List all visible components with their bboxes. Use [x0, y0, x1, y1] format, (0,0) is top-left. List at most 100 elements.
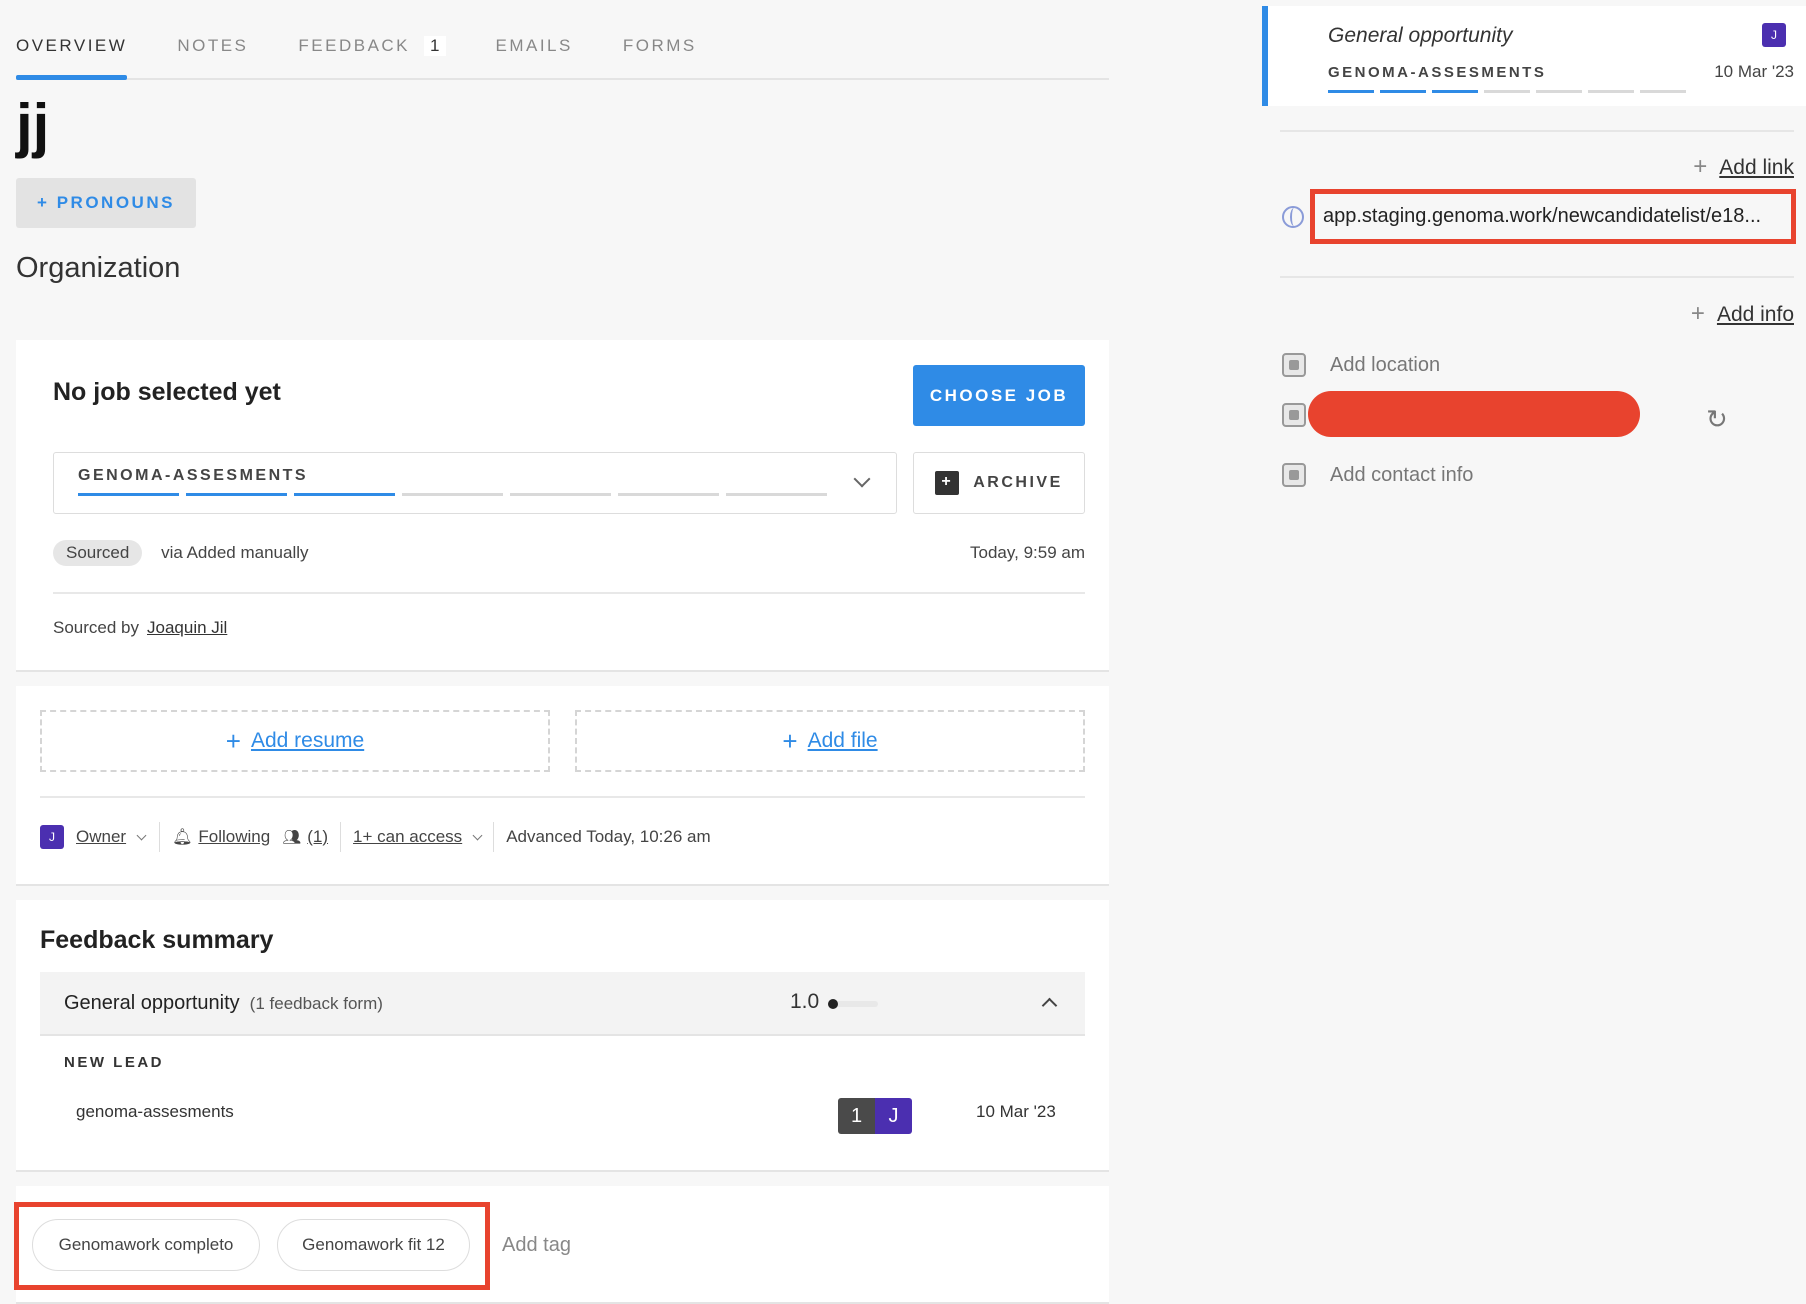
pipeline-stage-segment [78, 493, 179, 496]
following-toggle[interactable]: Following [198, 827, 270, 847]
separator [159, 822, 161, 852]
tab-overview[interactable]: OVERVIEW [16, 28, 128, 80]
tab-feedback[interactable]: FEEDBACK 1 [298, 28, 446, 78]
pipeline-select[interactable]: GENOMA-ASSESMENTS [53, 452, 897, 514]
pipeline-stage-segment [402, 493, 503, 496]
tab-label: FEEDBACK [298, 36, 411, 55]
ownership-row: J Owner 🔔︎ Following 👥︎ (1) 1+ can acces… [40, 822, 711, 852]
tab-label: EMAILS [495, 36, 573, 55]
opportunity-card[interactable]: General opportunity J GENOMA-ASSESMENTS … [1262, 6, 1806, 106]
feedback-stage: NEW LEAD [64, 1054, 164, 1071]
score-bar [828, 999, 878, 1009]
feedback-date: 10 Mar '23 [976, 1102, 1056, 1121]
owner-avatar: J [40, 825, 64, 849]
organization-field[interactable]: Organization [16, 252, 180, 285]
feedback-count[interactable]: 1 J [838, 1098, 912, 1134]
plus-icon: + [1690, 300, 1705, 327]
sourced-by-label: Sourced by [53, 618, 139, 637]
pipeline-stage-segment [1640, 90, 1686, 93]
add-file-dropzone[interactable]: + Add file [575, 710, 1085, 772]
archive-label: ARCHIVE [973, 474, 1063, 491]
chevron-up-icon[interactable] [1041, 997, 1058, 1014]
add-resume-dropzone[interactable]: + Add resume [40, 710, 550, 772]
divider [1280, 130, 1794, 132]
feedback-count-badge: 1 [424, 36, 446, 56]
source-row: Sourced via Added manually Today, 9:59 a… [53, 540, 1085, 568]
feedback-count-number: 1 [838, 1098, 875, 1134]
score-bar-fill [828, 999, 838, 1009]
refresh-icon[interactable]: ↻ [1706, 406, 1728, 432]
tab-notes[interactable]: NOTES [177, 28, 248, 78]
sourced-by-link[interactable]: Joaquin Jil [147, 618, 227, 637]
job-card: No job selected yet CHOOSE JOB GENOMA-AS… [16, 340, 1109, 672]
pipeline-stage-segment [1432, 90, 1478, 93]
add-tag-input[interactable]: Add tag [502, 1234, 571, 1257]
sourced-by: Sourced by Joaquin Jil [53, 618, 227, 638]
contact-row[interactable]: Add contact info [1282, 461, 1473, 489]
pipeline-name: GENOMA-ASSESMENTS [78, 467, 309, 484]
add-file-link[interactable]: Add file [808, 729, 878, 753]
tab-label: NOTES [177, 36, 249, 55]
divider [1280, 276, 1794, 278]
tab-emails[interactable]: EMAILS [496, 28, 573, 78]
tab-label: FORMS [622, 36, 697, 55]
plus-icon: + [1693, 153, 1708, 180]
add-info-button[interactable]: + Add info [1691, 300, 1794, 328]
tags-card: Genomawork completo Genomawork fit 12 Ad… [14, 1186, 1109, 1304]
plus-icon: + [225, 725, 241, 756]
pipeline-stage-segment [186, 493, 287, 496]
feedback-summary-title: Feedback summary [40, 926, 274, 954]
bell-icon: 🔔︎ [172, 829, 193, 846]
add-resume-link[interactable]: Add resume [251, 729, 364, 753]
tab-forms[interactable]: FORMS [623, 28, 697, 78]
divider [40, 796, 1085, 798]
location-row[interactable]: Add location [1282, 351, 1440, 379]
add-link-button[interactable]: + Add link [1693, 153, 1794, 181]
separator [340, 822, 342, 852]
source-time: Today, 9:59 am [970, 543, 1085, 562]
pipeline-progress [78, 493, 827, 496]
tag-chip[interactable]: Genomawork fit 12 [277, 1219, 470, 1271]
pipeline-stage-segment [1536, 90, 1582, 93]
pipeline-stage-segment [510, 493, 611, 496]
opportunity-name: General opportunity [64, 992, 240, 1014]
profile-link[interactable]: app.staging.genoma.work/newcandidatelist… [1323, 205, 1788, 228]
add-info-label: Add info [1716, 303, 1794, 326]
choose-job-button[interactable]: CHOOSE JOB [913, 365, 1085, 426]
access-dropdown[interactable]: 1+ can access [353, 827, 462, 847]
followers-count[interactable]: (1) [307, 827, 328, 847]
source-via: via Added manually [161, 543, 309, 562]
candidate-name[interactable]: jj [16, 96, 49, 156]
tag-chip[interactable]: Genomawork completo [32, 1219, 260, 1271]
add-location-label: Add location [1330, 353, 1441, 376]
source-badge: Sourced [53, 540, 143, 566]
feedback-row-name: genoma-assesments [76, 1102, 234, 1121]
globe-icon [1282, 206, 1304, 228]
plus-icon: + [782, 725, 798, 756]
feedback-forms-count: (1 feedback form) [249, 994, 383, 1013]
feedback-avatar: J [875, 1098, 912, 1134]
chevron-down-icon [853, 470, 871, 488]
phone-icon [1282, 463, 1306, 487]
redacted-email [1308, 391, 1640, 437]
pipeline-stage-segment [1588, 90, 1634, 93]
add-pronouns-button[interactable]: + PRONOUNS [16, 178, 196, 228]
files-card: + Add resume + Add file J Owner 🔔︎ Followi… [16, 686, 1109, 886]
pipeline-stage-segment [618, 493, 719, 496]
archive-button[interactable]: ARCHIVE [913, 452, 1085, 514]
pipeline-stage-segment [1484, 90, 1530, 93]
add-link-label: Add link [1719, 156, 1794, 179]
people-icon: 👥︎ [282, 829, 302, 846]
feedback-opportunity-header[interactable]: General opportunity (1 feedback form) 1.0 [40, 972, 1085, 1036]
tab-label: OVERVIEW [16, 36, 128, 55]
feedback-opportunity: General opportunity (1 feedback form) [64, 992, 383, 1015]
advanced-time: Advanced Today, 10:26 am [506, 827, 711, 846]
feedback-summary-card: Feedback summary General opportunity (1 f… [16, 900, 1109, 1172]
job-title: No job selected yet [53, 378, 281, 406]
email-icon [1282, 403, 1306, 427]
feedback-score: 1.0 [790, 990, 820, 1013]
profile-tabs: OVERVIEW NOTES FEEDBACK 1 EMAILS FORMS [16, 28, 1109, 80]
pipeline-stage-segment [294, 493, 395, 496]
owner-dropdown[interactable]: Owner [76, 827, 126, 847]
opportunity-owner-avatar: J [1762, 23, 1786, 47]
